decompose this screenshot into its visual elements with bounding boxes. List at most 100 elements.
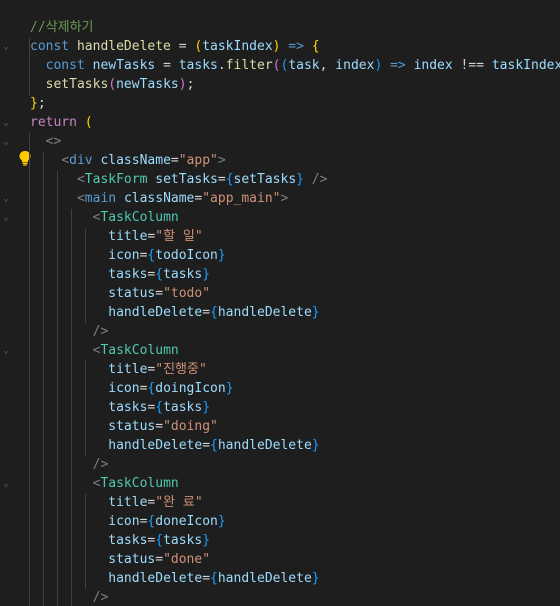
code-token: setTasks bbox=[45, 77, 109, 92]
fold-chevron-icon[interactable]: ⌄ bbox=[3, 346, 13, 356]
code-token: "app_main" bbox=[202, 191, 281, 206]
code-token: , bbox=[319, 58, 336, 73]
code-line[interactable]: status="doing" bbox=[30, 417, 218, 436]
code-token: tasks bbox=[163, 533, 203, 548]
code-token: { bbox=[155, 400, 164, 415]
code-line[interactable]: handleDelete={handleDelete} bbox=[30, 569, 320, 588]
code-line[interactable]: handleDelete={handleDelete} bbox=[30, 436, 320, 455]
fold-chevron-icon[interactable]: ⌄ bbox=[3, 118, 13, 128]
code-token: handleDelete bbox=[217, 571, 312, 586]
code-token: tasks bbox=[163, 400, 203, 415]
code-token: "todo" bbox=[163, 286, 211, 301]
code-token: doingIcon bbox=[155, 381, 226, 396]
code-token: handleDelete bbox=[217, 438, 312, 453]
code-line[interactable]: const handleDelete = (taskIndex) => { bbox=[30, 37, 320, 56]
code-token: = bbox=[202, 305, 211, 320]
fold-chevron-icon[interactable]: ⌄ bbox=[3, 137, 13, 147]
code-token: <> bbox=[45, 134, 62, 149]
code-token: //삭제하기 bbox=[30, 20, 94, 35]
code-token: todoIcon bbox=[155, 248, 218, 263]
editor-gutter: ⌄ ⌄ ⌄ ⌄ ⌄ ⌄ ⌄ bbox=[0, 0, 31, 606]
code-line[interactable]: const newTasks = tasks.filter((task, ind… bbox=[30, 56, 560, 75]
code-token: TaskColumn bbox=[100, 476, 179, 491]
code-token: } bbox=[296, 172, 304, 187]
code-token: } bbox=[311, 305, 320, 320]
code-token: = bbox=[202, 571, 211, 586]
code-token: icon bbox=[108, 381, 140, 396]
code-token: const bbox=[30, 39, 77, 54]
code-token: taskIndex bbox=[491, 58, 560, 73]
code-token: = bbox=[217, 172, 226, 187]
code-token: "doing" bbox=[163, 419, 218, 434]
code-line[interactable]: tasks={tasks} bbox=[30, 265, 210, 284]
code-token: => bbox=[382, 58, 414, 73]
code-line[interactable]: /> bbox=[30, 322, 109, 341]
code-line[interactable]: status="done" bbox=[30, 550, 210, 569]
code-token: className bbox=[123, 191, 195, 206]
code-token: > bbox=[280, 191, 289, 206]
code-token: } bbox=[30, 96, 38, 111]
code-line[interactable]: <TaskColumn bbox=[30, 474, 179, 493]
code-line[interactable]: <div className="app"> bbox=[30, 151, 225, 170]
code-token: ; bbox=[37, 96, 46, 111]
code-token: tasks bbox=[108, 267, 148, 282]
code-line[interactable]: return ( bbox=[30, 113, 93, 132]
code-line[interactable]: /> bbox=[30, 455, 109, 474]
code-line[interactable]: status="todo" bbox=[30, 284, 210, 303]
code-token: ; bbox=[186, 77, 195, 92]
code-token: < bbox=[76, 191, 85, 206]
code-token: } bbox=[311, 571, 320, 586]
code-line[interactable]: /> bbox=[30, 588, 109, 606]
code-line[interactable]: tasks={tasks} bbox=[30, 531, 210, 550]
code-token: "진행중" bbox=[155, 362, 207, 377]
code-line[interactable]: icon={doneIcon} bbox=[30, 512, 225, 531]
fold-chevron-icon[interactable]: ⌄ bbox=[3, 42, 13, 52]
code-token: . bbox=[217, 58, 226, 73]
code-line[interactable]: <> bbox=[30, 132, 62, 151]
fold-chevron-icon[interactable]: ⌄ bbox=[3, 213, 13, 223]
code-token: handleDelete bbox=[108, 571, 203, 586]
code-token: tasks bbox=[163, 267, 203, 282]
code-token: { bbox=[311, 39, 320, 54]
code-token: index bbox=[413, 58, 453, 73]
code-token: newTasks bbox=[92, 58, 156, 73]
code-token: } bbox=[311, 438, 320, 453]
code-token: status bbox=[108, 552, 156, 567]
code-line[interactable]: icon={todoIcon} bbox=[30, 246, 225, 265]
code-token: { bbox=[210, 305, 218, 320]
code-line[interactable]: title="할 일" bbox=[30, 227, 202, 246]
code-line[interactable]: <TaskColumn bbox=[30, 208, 179, 227]
code-editor[interactable]: ⌄ ⌄ ⌄ ⌄ ⌄ ⌄ ⌄ //삭제하기 const handleDelete =… bbox=[0, 0, 560, 606]
code-token: TaskColumn bbox=[100, 210, 179, 225]
code-line[interactable]: <main className="app_main"> bbox=[30, 189, 288, 208]
code-line[interactable]: }; bbox=[30, 94, 46, 113]
code-token: => bbox=[280, 39, 312, 54]
code-line[interactable]: handleDelete={handleDelete} bbox=[30, 303, 320, 322]
code-token: status bbox=[108, 419, 156, 434]
code-line[interactable]: <TaskForm setTasks={setTasks} /> bbox=[30, 170, 328, 189]
code-line[interactable]: tasks={tasks} bbox=[30, 398, 210, 417]
code-line[interactable]: <TaskColumn bbox=[30, 341, 179, 360]
code-token: handleDelete bbox=[108, 305, 203, 320]
fold-chevron-icon[interactable]: ⌄ bbox=[3, 479, 13, 489]
code-line[interactable]: title="완 료" bbox=[30, 493, 202, 512]
code-line[interactable]: title="진행중" bbox=[30, 360, 207, 379]
code-token: "app" bbox=[178, 153, 218, 168]
code-token: div bbox=[69, 153, 93, 168]
code-line[interactable]: icon={doingIcon} bbox=[30, 379, 233, 398]
code-line[interactable]: setTasks(newTasks); bbox=[30, 75, 195, 94]
fold-chevron-icon[interactable]: ⌄ bbox=[3, 194, 13, 204]
code-token: status bbox=[108, 286, 156, 301]
code-line[interactable]: //삭제하기 bbox=[30, 18, 94, 37]
